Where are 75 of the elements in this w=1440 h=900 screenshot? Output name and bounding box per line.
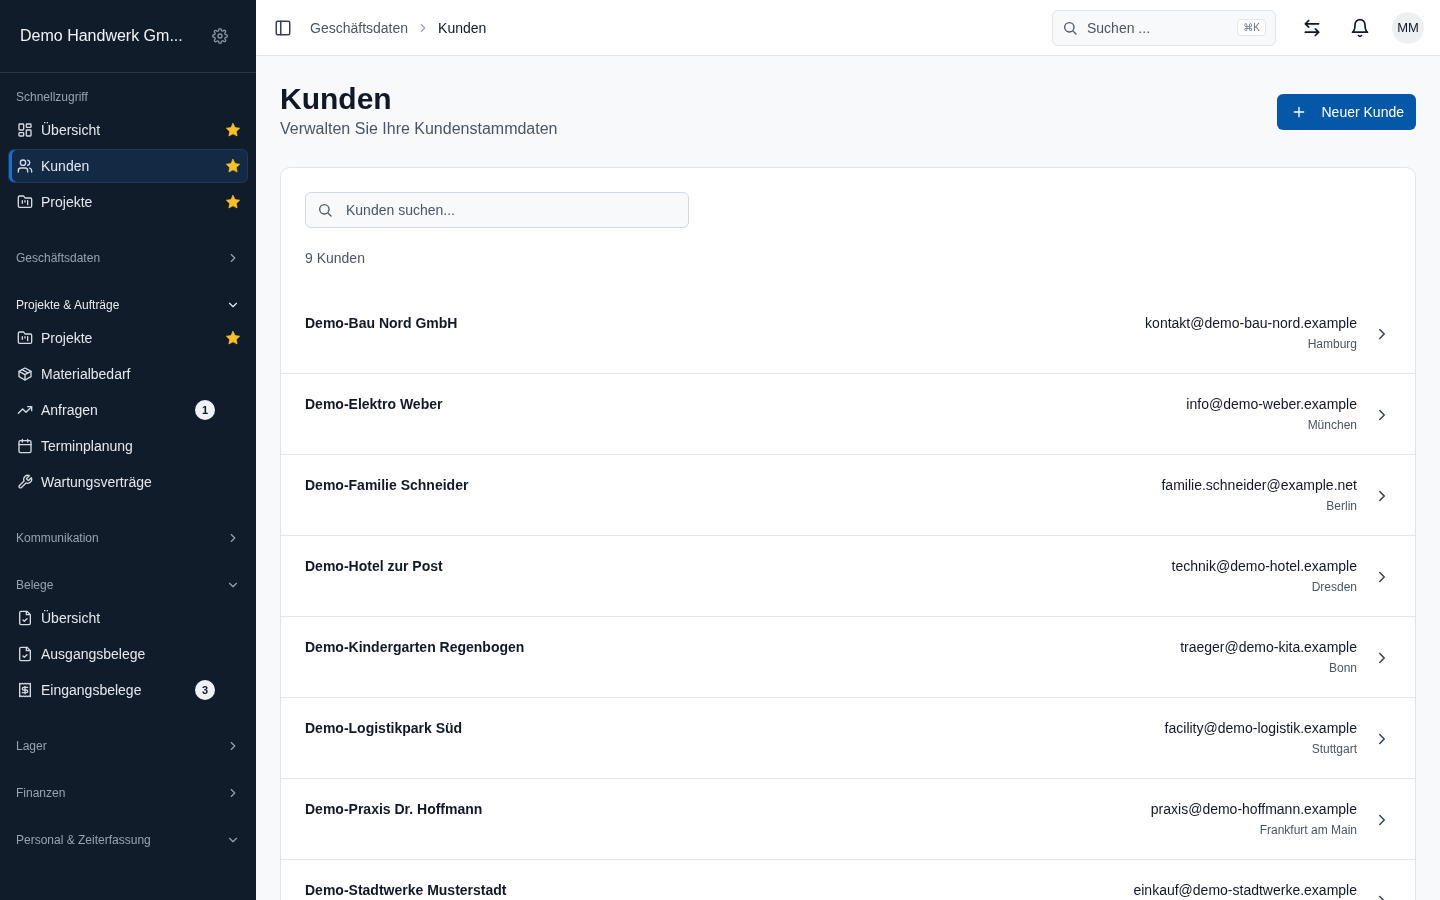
wrench-icon xyxy=(17,474,33,490)
section-header[interactable]: Kommunikation xyxy=(16,530,240,546)
nav-item[interactable]: Projekte xyxy=(8,321,248,355)
page-subtitle: Verwalten Sie Ihre Kundenstammdaten xyxy=(280,120,558,138)
company-name: Demo Handwerk Gm... xyxy=(20,27,183,45)
customer-name: Demo-Elektro Weber xyxy=(305,396,444,412)
nav-item[interactable]: Kunden xyxy=(8,149,248,183)
customer-email: info@demo-weber.example xyxy=(1186,396,1357,412)
customer-email: technik@demo-hotel.example xyxy=(1171,558,1357,574)
section-header[interactable]: Personal & Zeiterfassung xyxy=(16,832,240,848)
nav-item[interactable]: Übersicht xyxy=(8,601,248,635)
customer-city: Frankfurt am Main xyxy=(1258,823,1357,837)
nav-item[interactable]: Anfragen 1 xyxy=(8,393,248,427)
section-label: Schnellzugriff xyxy=(16,89,89,105)
customer-row[interactable]: Demo-Bau Nord GmbH kontakt@demo-bau-nord.example Hamburg xyxy=(281,293,1415,374)
customer-row[interactable]: Demo-Kindergarten Regenbogen traeger@demo-kita.example Bonn xyxy=(281,617,1415,698)
folder-icon xyxy=(17,194,33,210)
swap-arrows-icon[interactable] xyxy=(1302,17,1322,38)
nav-item[interactable]: Projekte xyxy=(8,185,248,219)
page-title: Kunden xyxy=(280,81,393,117)
customer-name: Demo-Kindergarten Regenbogen xyxy=(305,639,526,655)
customer-row[interactable]: Demo-Elektro Weber info@demo-weber.example München xyxy=(281,374,1415,455)
document-check-icon xyxy=(17,610,33,626)
customer-city: München xyxy=(1306,418,1357,432)
customer-row[interactable]: Demo-Praxis Dr. Hoffmann praxis@demo-hoffmann.example Frankfurt am Main xyxy=(281,779,1415,860)
grid-icon xyxy=(17,122,33,138)
count-badge: 1 xyxy=(195,400,215,420)
customer-count: 9 Kunden xyxy=(305,250,366,266)
customer-name: Demo-Bau Nord GmbH xyxy=(305,315,459,331)
calendar-icon xyxy=(17,438,33,454)
customer-row[interactable]: Demo-Hotel zur Post technik@demo-hotel.example Dresden xyxy=(281,536,1415,617)
box-icon xyxy=(17,366,33,382)
receipt-icon xyxy=(17,682,33,698)
customer-name: Demo-Stadtwerke Musterstadt xyxy=(305,882,508,898)
customer-email: traeger@demo-kita.example xyxy=(1180,639,1357,655)
customer-email: einkauf@demo-stadtwerke.example xyxy=(1133,882,1357,898)
section-header[interactable]: Geschäftsdaten xyxy=(16,250,240,266)
settings-icon[interactable] xyxy=(212,28,228,44)
nav-item[interactable]: Eingangsbelege 3 xyxy=(8,673,248,707)
customer-name: Demo-Hotel zur Post xyxy=(305,558,444,574)
customer-email: familie.schneider@example.net xyxy=(1161,477,1357,493)
customer-city: Stuttgart xyxy=(1310,742,1357,756)
customer-name: Demo-Praxis Dr. Hoffmann xyxy=(305,801,484,817)
customer-city: Dresden xyxy=(1310,580,1357,594)
sidebar-toggle-icon[interactable] xyxy=(274,18,292,37)
customer-search-field[interactable]: Kunden suchen... xyxy=(305,192,689,228)
users-icon xyxy=(17,158,33,174)
nav-item[interactable]: Terminplanung xyxy=(8,429,248,463)
folder-icon xyxy=(17,330,33,346)
section-header[interactable]: Finanzen xyxy=(16,785,240,801)
customer-row[interactable]: Demo-Stadtwerke Musterstadt einkauf@demo-stadtwerke.example xyxy=(281,860,1415,900)
customer-email: kontakt@demo-bau-nord.example xyxy=(1145,315,1357,331)
count-badge: 3 xyxy=(195,680,215,700)
customer-email: praxis@demo-hoffmann.example xyxy=(1150,801,1357,817)
breadcrumb-item[interactable]: Geschäftsdaten xyxy=(310,19,409,36)
nav-item[interactable]: Übersicht xyxy=(8,113,248,147)
nav-item[interactable]: Materialbedarf xyxy=(8,357,248,391)
customer-email: facility@demo-logistik.example xyxy=(1164,720,1357,736)
new-customer-button[interactable]: Neuer Kunde xyxy=(1277,94,1416,130)
breadcrumb-item: Kunden xyxy=(438,19,487,36)
user-avatar[interactable]: MM xyxy=(1392,11,1424,44)
nav-item[interactable]: Ausgangsbelege xyxy=(8,637,248,671)
nav-item[interactable]: Wartungsverträge xyxy=(8,465,248,499)
section-header[interactable]: Projekte & Aufträge xyxy=(16,297,240,313)
document-check-icon xyxy=(17,646,33,662)
customer-row[interactable]: Demo-Familie Schneider familie.schneider@example.net Berlin xyxy=(281,455,1415,536)
customer-row[interactable]: Demo-Logistikpark Süd facility@demo-logistik.example Stuttgart xyxy=(281,698,1415,779)
section-header[interactable]: Lager xyxy=(16,738,240,754)
customer-city: Bonn xyxy=(1327,661,1357,675)
customer-name: Demo-Logistikpark Süd xyxy=(305,720,464,736)
section-header[interactable]: Belege xyxy=(16,577,240,593)
customer-city: Hamburg xyxy=(1306,337,1357,351)
customer-name: Demo-Familie Schneider xyxy=(305,477,470,493)
customer-city: Berlin xyxy=(1325,499,1357,513)
bell-icon[interactable] xyxy=(1350,17,1370,38)
